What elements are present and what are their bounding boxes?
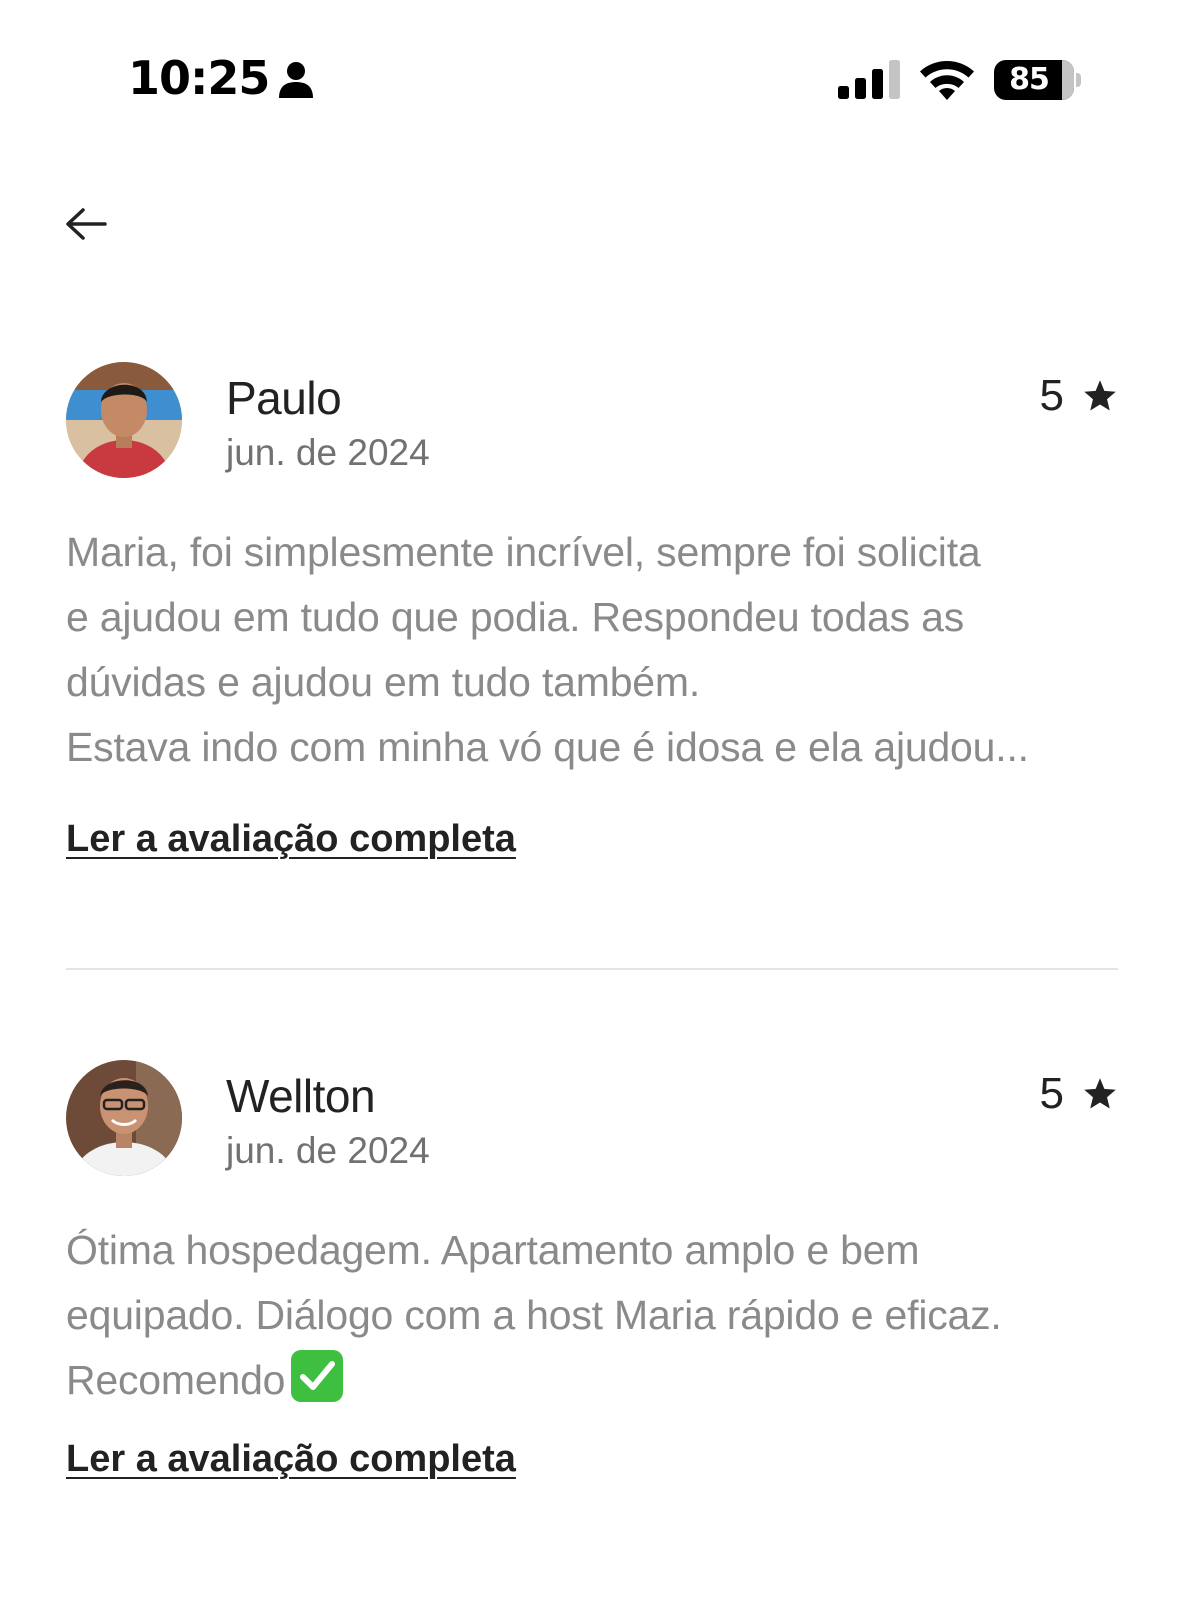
avatar[interactable] xyxy=(66,362,182,478)
read-full-review-link[interactable]: Ler a avaliação completa xyxy=(66,814,516,864)
avatar[interactable] xyxy=(66,1060,182,1176)
read-full-review-link[interactable]: Ler a avaliação completa xyxy=(66,1434,516,1484)
rating: 5 xyxy=(1040,1066,1118,1122)
avatar-photo xyxy=(66,362,182,478)
status-bar: 10:25 85 xyxy=(0,0,1184,160)
rating-value: 5 xyxy=(1039,371,1064,420)
review-date: jun. de 2024 xyxy=(226,1130,430,1171)
reviewer-name[interactable]: Wellton xyxy=(226,1068,376,1124)
back-button[interactable] xyxy=(58,200,114,256)
check-mark-button-icon xyxy=(291,1350,344,1402)
avatar-photo xyxy=(66,1060,182,1176)
review-text: Ótima hospedagem. Apartamento amplo e be… xyxy=(66,1218,1118,1413)
reviewer-name[interactable]: Paulo xyxy=(226,370,342,426)
rating: 5 xyxy=(1040,368,1118,424)
star-icon xyxy=(1084,380,1116,411)
divider xyxy=(66,968,1118,970)
review-date: jun. de 2024 xyxy=(226,432,430,473)
battery-icon: 85 xyxy=(994,58,1084,102)
arrow-left-icon xyxy=(66,208,107,240)
status-time: 10:25 xyxy=(128,51,270,105)
person-fill-icon xyxy=(279,62,313,98)
review-text: Maria, foi simplesmente incrível, sempre… xyxy=(66,529,1029,770)
review-text-content: Ótima hospedagem. Apartamento amplo e be… xyxy=(66,1227,1002,1403)
star-icon xyxy=(1084,1078,1116,1109)
battery-level: 85 xyxy=(1009,62,1050,97)
cellular-signal-icon xyxy=(838,60,900,99)
rating-value: 5 xyxy=(1039,1069,1064,1118)
wifi-icon xyxy=(920,61,974,100)
battery-tip xyxy=(1076,73,1081,87)
